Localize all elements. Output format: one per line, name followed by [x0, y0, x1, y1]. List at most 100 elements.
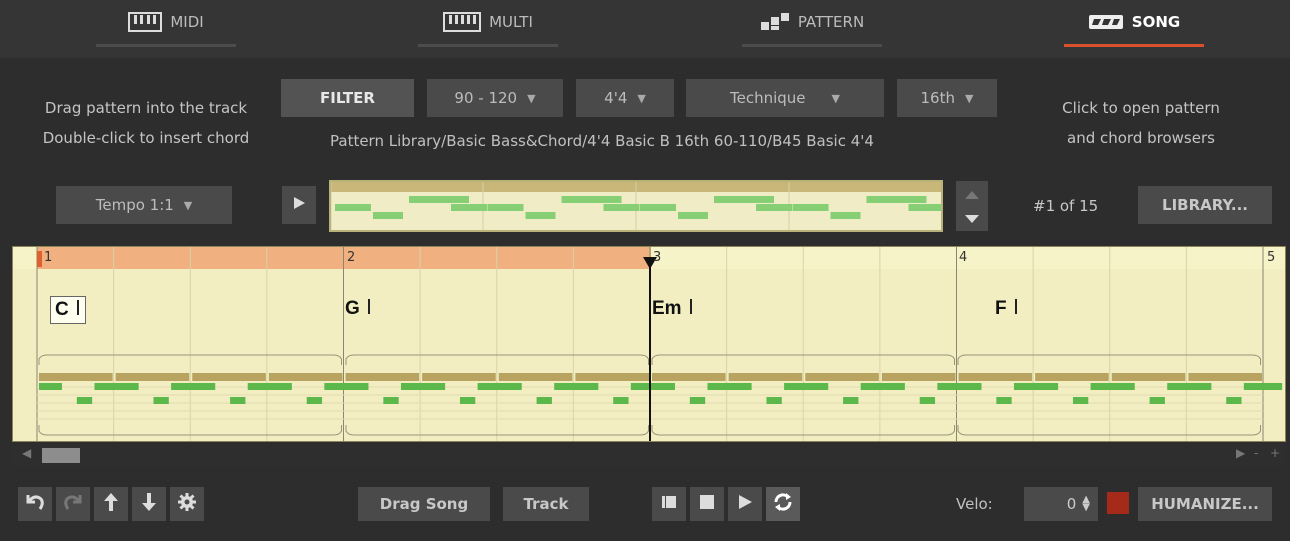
note [459, 397, 476, 404]
piano-keys-icon [443, 12, 482, 32]
library-button[interactable]: LIBRARY... [1138, 186, 1272, 224]
preview-play-button[interactable] [282, 186, 316, 224]
note [575, 383, 599, 390]
note [881, 383, 905, 390]
chord-block [575, 373, 649, 381]
note [805, 383, 829, 390]
tempo-select-value: Tempo 1:1 [95, 196, 174, 214]
browser-hint-line2: and chord browsers [1067, 129, 1215, 147]
stepper-arrows-icon[interactable]: ▲ ▼ [1082, 495, 1090, 513]
note [728, 383, 752, 390]
velocity-stepper[interactable]: 0 ▲ ▼ [1024, 487, 1098, 521]
chevron-down-icon: ▼ [637, 91, 646, 105]
division-value: 16th [920, 89, 955, 107]
horizontal-scrollbar[interactable]: ◀ ▶ - + [12, 444, 1286, 466]
note [422, 383, 446, 390]
preview-note [451, 204, 487, 211]
redo-icon [63, 493, 83, 515]
note [958, 383, 982, 390]
drag-song-button[interactable]: Drag Song [358, 487, 490, 521]
preview-note [866, 196, 927, 203]
filter-button[interactable]: FILTER [281, 79, 414, 117]
technique-value: Technique [730, 89, 806, 107]
chord-block [805, 373, 879, 381]
go-to-start-button[interactable] [652, 487, 686, 521]
settings-button[interactable] [170, 487, 204, 521]
bar-number: 4 [959, 250, 968, 265]
play-button[interactable] [728, 487, 762, 521]
preview-note [335, 204, 371, 211]
preview-note [373, 212, 403, 219]
tempo-range-select[interactable]: 90 - 120 ▼ [427, 79, 563, 117]
chord-block [498, 373, 573, 381]
chord-g[interactable]: G [345, 298, 370, 320]
zoom-out-icon[interactable]: - [1254, 446, 1258, 460]
chord-block [1035, 373, 1109, 381]
chord-block [728, 373, 803, 381]
tab-multi[interactable]: MULTI [418, 0, 558, 58]
arrow-up-icon[interactable] [965, 185, 979, 203]
note [766, 397, 782, 404]
pattern-preview[interactable] [329, 180, 943, 232]
note [1111, 383, 1135, 390]
note [536, 397, 552, 404]
undo-button[interactable] [18, 487, 52, 521]
preview-note [714, 196, 774, 203]
play-icon [737, 494, 753, 514]
preview-note [830, 212, 861, 219]
stop-button[interactable] [690, 487, 724, 521]
chord-block [39, 373, 113, 381]
track-button[interactable]: Track [503, 487, 589, 521]
note [613, 397, 629, 404]
drag-hint-line2: Double-click to insert chord [42, 129, 250, 147]
tab-song[interactable]: SONG [1064, 0, 1204, 58]
chord-label: F [995, 298, 1007, 319]
browser-hint: Click to open pattern and chord browsers [1012, 93, 1270, 153]
pattern-counter: #1 of 15 [1033, 197, 1099, 215]
scroll-right-icon[interactable]: ▶ [1236, 446, 1245, 460]
tab-midi[interactable]: MIDI [96, 0, 236, 58]
arrow-up-icon [103, 492, 119, 516]
preview-note [678, 212, 708, 219]
tab-pattern[interactable]: PATTERN [742, 0, 882, 58]
preview-note [409, 196, 469, 203]
song-track[interactable]: 1 2 3 4 5 C G Em F [12, 246, 1286, 442]
chord-block [115, 373, 190, 381]
pattern-path: Pattern Library/Basic Bass&Chord/4'4 Bas… [330, 132, 874, 150]
humanize-button[interactable]: HUMANIZE... [1138, 487, 1272, 521]
move-up-button[interactable] [94, 487, 128, 521]
humanize-indicator[interactable] [1107, 492, 1129, 514]
note [1243, 383, 1283, 390]
tempo-range-value: 90 - 120 [454, 89, 518, 107]
note [689, 397, 706, 404]
time-signature-select[interactable]: 4'4 ▼ [576, 79, 674, 117]
pattern-stepper[interactable] [956, 181, 988, 231]
chevron-down-icon: ▼ [831, 91, 840, 105]
chord-c[interactable]: C [50, 296, 86, 324]
division-select[interactable]: 16th ▼ [897, 79, 997, 117]
chord-label: C [55, 299, 69, 320]
zoom-in-icon[interactable]: + [1270, 446, 1280, 460]
chord-block [958, 373, 1033, 381]
move-down-button[interactable] [132, 487, 166, 521]
rewind-icon [661, 494, 677, 514]
redo-button[interactable] [56, 487, 90, 521]
loop-button[interactable] [766, 487, 800, 521]
chord-block [192, 373, 266, 381]
note [498, 383, 522, 390]
tab-song-label: SONG [1131, 13, 1181, 31]
note [76, 397, 93, 404]
scroll-left-icon[interactable]: ◀ [22, 446, 31, 460]
preview-note [792, 204, 829, 211]
note [1035, 383, 1059, 390]
chord-block [652, 373, 726, 381]
tab-pattern-label: PATTERN [797, 13, 865, 31]
scrollbar-thumb[interactable] [42, 448, 80, 463]
technique-select[interactable]: Technique ▼ [686, 79, 884, 117]
time-signature-value: 4'4 [604, 89, 628, 107]
chord-em[interactable]: Em [652, 298, 692, 320]
chord-block [345, 373, 420, 381]
arrow-down-icon[interactable] [965, 209, 979, 227]
chord-f[interactable]: F [995, 298, 1017, 320]
tempo-select[interactable]: Tempo 1:1 ▼ [56, 186, 232, 224]
